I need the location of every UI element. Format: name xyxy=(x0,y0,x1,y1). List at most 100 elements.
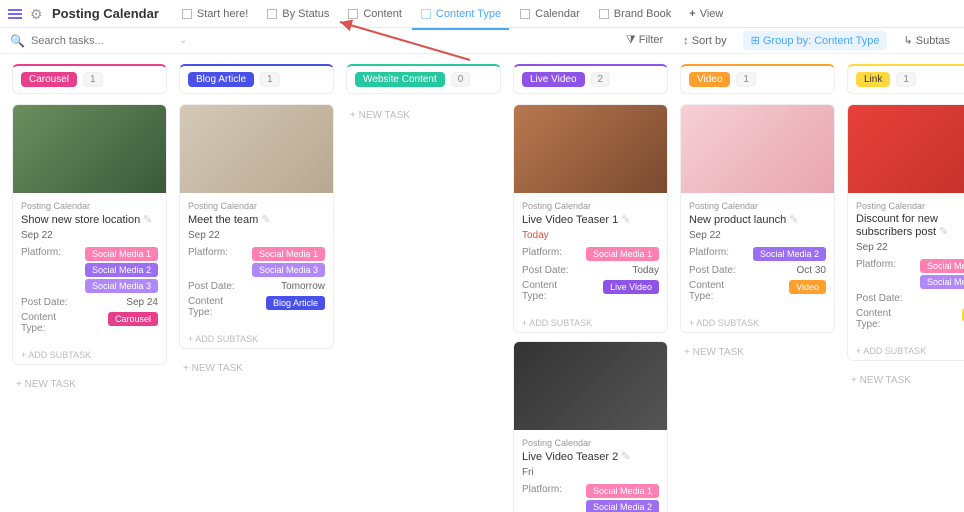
tag-social-media-2: Social Media 2 xyxy=(753,247,826,261)
content-type-value: Blog Article xyxy=(246,296,325,310)
task-card[interactable]: Posting Calendar Live Video Teaser 2 ✎ Fri… xyxy=(513,341,668,512)
card-list-name: Posting Calendar xyxy=(21,201,158,211)
tag-social-media-3: Social Media 3 xyxy=(85,279,158,293)
post-date-value: Sep 24 xyxy=(79,297,158,308)
content-type-value: Live Video xyxy=(580,280,659,294)
task-card[interactable]: Posting Calendar Show new store location … xyxy=(12,104,167,365)
column-header[interactable]: Link1 xyxy=(847,64,964,94)
tag-social-media-2: Social Media 2 xyxy=(85,263,158,277)
column-carousel: Carousel 1 Posting Calendar Show new store … xyxy=(12,64,167,502)
menu-icon[interactable] xyxy=(8,6,24,22)
new-task-button[interactable]: + NEW TASK xyxy=(346,104,501,127)
task-card[interactable]: Posting CalendarLive Video Teaser 1 ✎Tod… xyxy=(513,104,668,333)
column-website-content: Website Content 0 + NEW TASK xyxy=(346,64,501,502)
platform-tags: Social Media 2 xyxy=(747,247,826,261)
column-tag: Carousel xyxy=(21,72,77,87)
tag-social-media-1: Social Media 1 xyxy=(85,247,158,261)
column-header[interactable]: Video1 xyxy=(680,64,835,94)
card-due-date: Sep 22 xyxy=(689,230,826,241)
post-date-label: Post Date: xyxy=(188,281,238,292)
tab-content[interactable]: Content xyxy=(339,4,410,24)
platform-label: Platform: xyxy=(856,259,906,270)
platform-label: Platform: xyxy=(21,247,71,258)
tab-by-status[interactable]: By Status xyxy=(258,4,337,24)
card-list-name: Posting Calendar xyxy=(188,201,325,211)
new-task-button[interactable]: + NEW TASK xyxy=(847,369,964,392)
subtasks-button[interactable]: ↳ Subtas xyxy=(899,32,954,49)
tag-social-media-1: Social Media 1 xyxy=(920,259,964,273)
new-task-button[interactable]: + NEW TASK xyxy=(680,341,835,364)
platform-tags: Social Media 1 Social Media 3 xyxy=(914,259,964,289)
new-task-button[interactable]: + NEW TASK xyxy=(12,373,167,396)
board: Carousel 1 Posting Calendar Show new store … xyxy=(0,54,964,512)
toolbar-right: ⧩ Filter ↕ Sort by ⊞ Group by: Content T… xyxy=(622,31,954,50)
new-task-button[interactable]: + NEW TASK xyxy=(179,357,334,380)
post-date-value: Oct 23 xyxy=(914,293,964,304)
task-card[interactable]: Posting CalendarNew product launch ✎Sep … xyxy=(680,104,835,333)
gear-icon[interactable]: ⚙ xyxy=(30,6,46,22)
tab-start-here-[interactable]: Start here! xyxy=(173,4,256,24)
platform-label: Platform: xyxy=(522,484,572,495)
content-type-label: Content Type: xyxy=(522,280,572,302)
tab-calendar[interactable]: Calendar xyxy=(511,4,588,24)
post-date-label: Post Date: xyxy=(689,265,739,276)
card-list-name: Posting Calendar xyxy=(856,201,964,211)
tab-content-type[interactable]: Content Type xyxy=(412,4,509,30)
card-title: Show new store location ✎ xyxy=(21,213,158,226)
add-subtask-button[interactable]: + ADD SUBTASK xyxy=(681,314,834,332)
card-title: Live Video Teaser 2 ✎ xyxy=(522,450,659,463)
content-type-label: Content Type: xyxy=(188,296,238,318)
add-subtask-button[interactable]: + ADD SUBTASK xyxy=(180,330,333,348)
column-blog-article: Blog Article 1 Posting CalendarMeet the te… xyxy=(179,64,334,502)
platform-label: Platform: xyxy=(522,247,572,258)
search-icon: 🔍 xyxy=(10,34,25,48)
platform-label: Platform: xyxy=(689,247,739,258)
column-tag: Blog Article xyxy=(188,72,254,87)
card-due-date: Sep 22 xyxy=(188,230,325,241)
post-date-value: Oct 30 xyxy=(747,265,826,276)
column-video: Video1 Posting CalendarNew product launch… xyxy=(680,64,835,502)
search-input[interactable] xyxy=(31,35,173,47)
add-subtask-button[interactable]: + ADD SUBTASK xyxy=(514,314,667,332)
card-due-date: Sep 22 xyxy=(856,242,964,253)
tab-view[interactable]: + View xyxy=(681,4,731,24)
platform-tags: Social Media 1Social Media 3 xyxy=(246,247,325,277)
column-tag: Video xyxy=(689,72,730,87)
card-image xyxy=(514,342,667,430)
tag-social-media-3: Social Media 3 xyxy=(920,275,964,289)
topbar: ⚙ Posting Calendar Start here!By StatusC… xyxy=(0,0,964,28)
tag-social-media-1: Social Media 1 xyxy=(586,484,659,498)
tag-social-media-3: Social Media 3 xyxy=(252,263,325,277)
column-header[interactable]: Carousel 1 xyxy=(12,64,167,94)
column-tag: Live Video xyxy=(522,72,585,87)
content-type-value: Video xyxy=(747,280,826,294)
column-count: 1 xyxy=(83,72,103,87)
column-header[interactable]: Blog Article 1 xyxy=(179,64,334,94)
platform-tags: Social Media 1 Social Media 2 Social Media… xyxy=(79,247,158,293)
sort-button[interactable]: ↕ Sort by xyxy=(679,33,730,49)
column-header[interactable]: Website Content 0 xyxy=(346,64,501,94)
column-count: 1 xyxy=(260,72,280,87)
card-due-date: Today xyxy=(522,230,659,241)
tag-social-media-2: Social Media 2 xyxy=(586,500,659,512)
column-header[interactable]: Live Video2 xyxy=(513,64,668,94)
tab-brand-book[interactable]: Brand Book xyxy=(590,4,679,24)
post-date-label: Post Date: xyxy=(856,293,906,304)
platform-tags: Social Media 1 xyxy=(580,247,659,261)
column-count: 1 xyxy=(896,72,916,87)
card-due-date: Fri xyxy=(522,467,659,478)
filter-button[interactable]: ⧩ Filter xyxy=(622,32,667,49)
groupby-button[interactable]: ⊞ Group by: Content Type xyxy=(743,31,888,50)
column-link: Link1 Posting CalendarDiscount for new su… xyxy=(847,64,964,502)
content-type-label: Content Type: xyxy=(856,308,906,330)
column-count: 0 xyxy=(451,72,471,87)
column-tag: Website Content xyxy=(355,72,445,87)
task-card[interactable]: Posting CalendarMeet the team ✎Sep 22Pla… xyxy=(179,104,334,349)
card-list-name: Posting Calendar xyxy=(522,438,659,448)
add-subtask-button[interactable]: + ADD SUBTASK xyxy=(13,346,166,364)
task-card[interactable]: Posting CalendarDiscount for new subscri… xyxy=(847,104,964,361)
add-subtask-button[interactable]: + ADD SUBTASK xyxy=(848,342,964,360)
chevron-down-icon[interactable]: ⌄ xyxy=(179,35,187,46)
searchbar: 🔍 ⌄ ⧩ Filter ↕ Sort by ⊞ Group by: Conte… xyxy=(0,28,964,54)
platform-label: Platform: xyxy=(188,247,238,258)
